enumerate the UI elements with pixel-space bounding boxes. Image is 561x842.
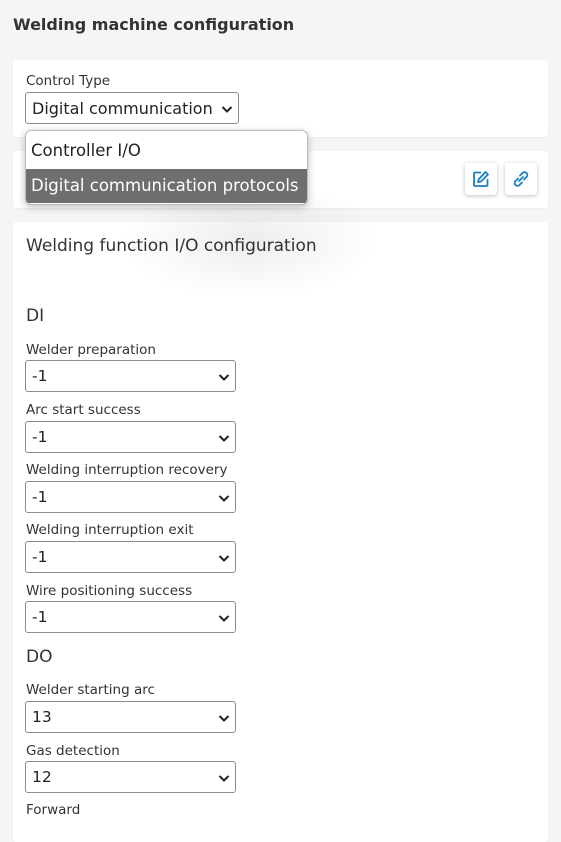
do-field-label: Forward xyxy=(26,802,81,818)
chevron-down-icon xyxy=(218,615,230,622)
do-field-select[interactable]: 13 xyxy=(25,701,236,733)
link-icon xyxy=(513,171,529,187)
control-type-card: Control Type Digital communication proto… xyxy=(13,60,548,137)
do-field-label: Welder starting arc xyxy=(26,682,155,698)
di-field-label: Arc start success xyxy=(26,402,141,418)
di-group-title: DI xyxy=(26,306,45,326)
di-field-select[interactable]: -1 xyxy=(25,481,236,513)
control-type-label: Control Type xyxy=(26,73,111,89)
di-field-select[interactable]: -1 xyxy=(25,360,236,392)
chevron-down-icon xyxy=(218,435,230,442)
di-field-select[interactable]: -1 xyxy=(25,541,236,573)
edit-button[interactable] xyxy=(465,163,497,195)
chevron-down-icon xyxy=(218,555,230,562)
do-field-value: 13 xyxy=(32,708,52,726)
control-type-option-selected[interactable]: Digital communication protocols xyxy=(26,169,307,203)
do-group-title: DO xyxy=(26,647,53,667)
page-title: Welding machine configuration xyxy=(13,15,295,34)
di-field-value: -1 xyxy=(32,367,48,385)
io-config-title: Welding function I/O configuration xyxy=(26,236,317,256)
di-field-select[interactable]: -1 xyxy=(25,421,236,453)
di-field-select[interactable]: -1 xyxy=(25,601,236,633)
link-button[interactable] xyxy=(505,163,537,195)
do-field-label: Gas detection xyxy=(26,743,120,759)
control-type-dropdown: Controller I/O Digital communication pro… xyxy=(25,130,308,205)
io-config-card: Welding function I/O configuration DI We… xyxy=(13,222,548,842)
di-field-label: Welding interruption exit xyxy=(26,522,194,538)
chevron-down-icon xyxy=(218,715,230,722)
chevron-down-icon xyxy=(218,775,230,782)
di-field-value: -1 xyxy=(32,548,48,566)
control-type-value: Digital communication protocols xyxy=(32,99,216,118)
di-field-label: Wire positioning success xyxy=(26,583,193,599)
di-field-label: Welding interruption recovery xyxy=(26,462,228,478)
control-type-select[interactable]: Digital communication protocols xyxy=(25,92,239,124)
chevron-down-icon xyxy=(218,374,230,381)
do-field-value: 12 xyxy=(32,768,52,786)
di-field-value: -1 xyxy=(32,608,48,626)
do-field-select[interactable]: 12 xyxy=(25,761,236,793)
di-field-label: Welder preparation xyxy=(26,342,156,358)
edit-icon xyxy=(473,171,489,187)
chevron-down-icon xyxy=(218,495,230,502)
control-type-option[interactable]: Controller I/O xyxy=(26,134,307,168)
di-field-value: -1 xyxy=(32,488,48,506)
chevron-down-icon xyxy=(221,106,233,113)
di-field-value: -1 xyxy=(32,428,48,446)
